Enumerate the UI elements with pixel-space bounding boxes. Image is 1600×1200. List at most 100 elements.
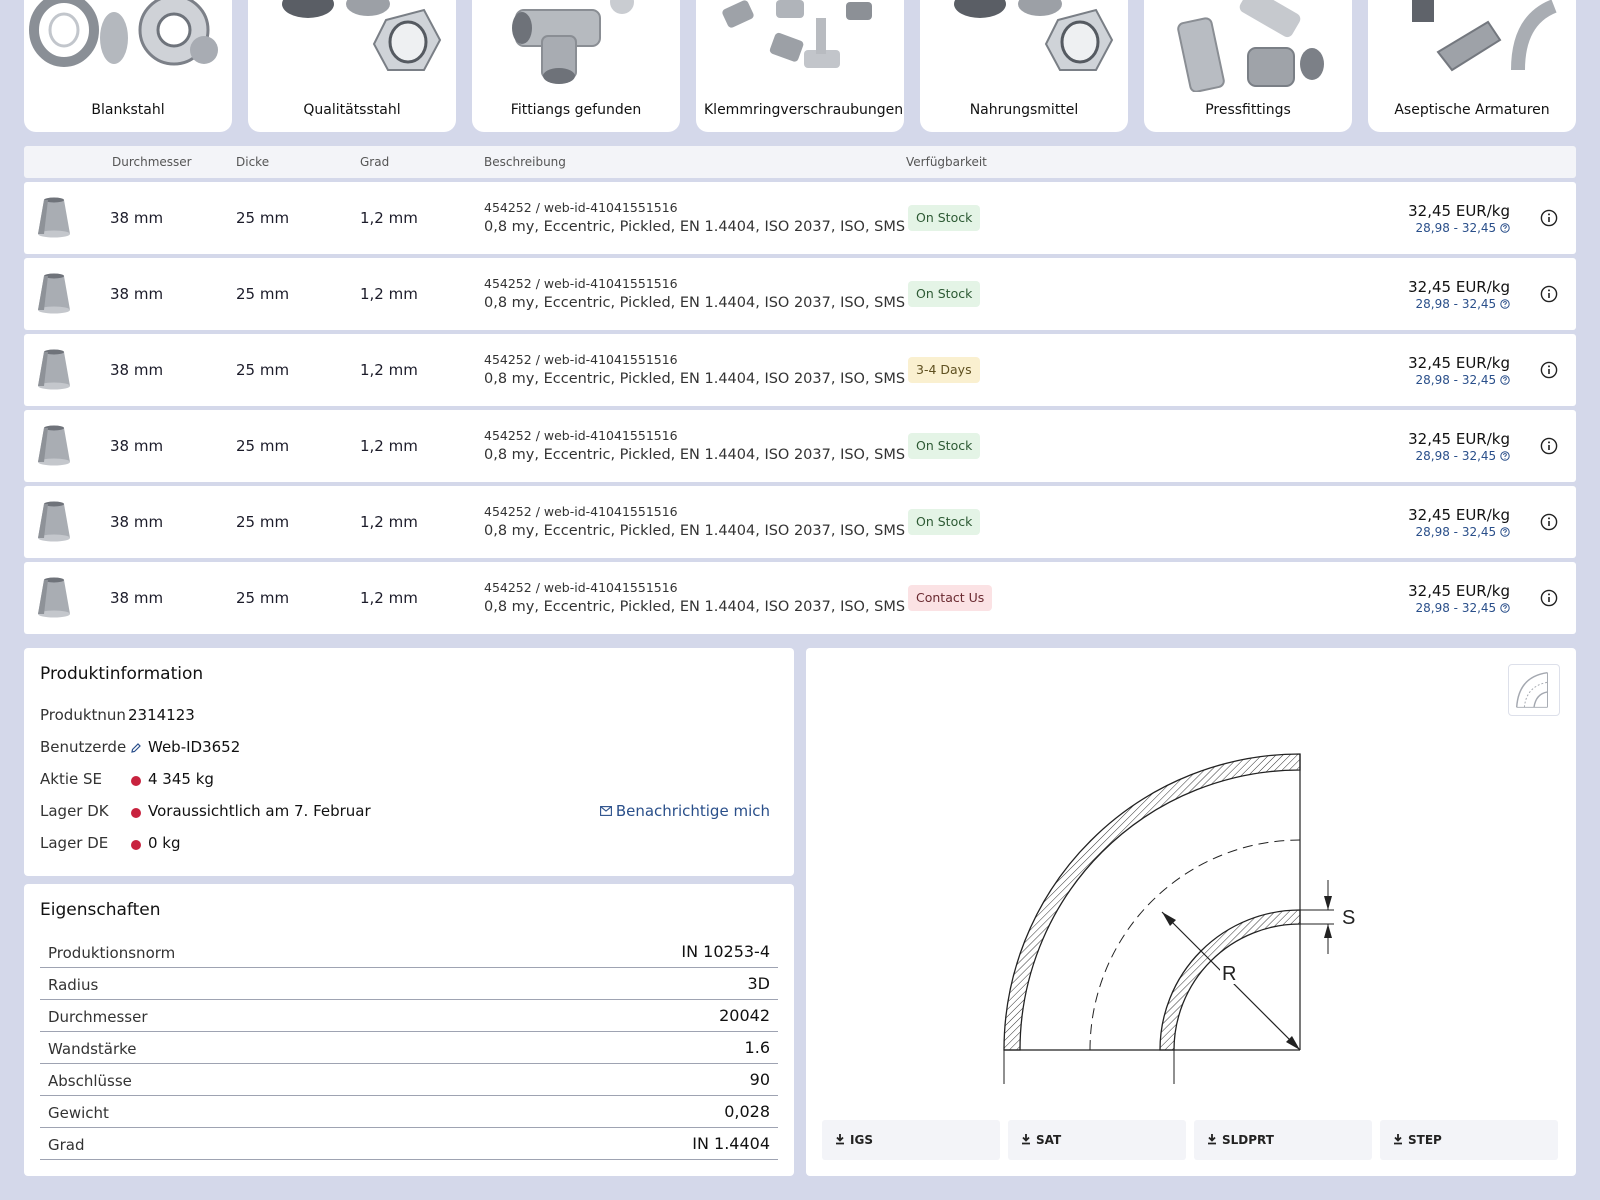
product-description: 0,8 my, Eccentric, Pickled, EN 1.4404, I… (484, 599, 906, 615)
category-card-blankstahl[interactable]: Blankstahl (24, 0, 232, 132)
product-description: 0,8 my, Eccentric, Pickled, EN 1.4404, I… (484, 371, 906, 387)
price-range-text: 28,98 - 32,45 (1415, 297, 1497, 311)
availability-badge: On Stock (908, 281, 981, 307)
category-card-aseptische-armaturen[interactable]: Aseptische Armaturen (1368, 0, 1576, 132)
property-row: Wandstärke 1.6 (40, 1032, 778, 1064)
degree-cell: 1,2 mm (360, 513, 418, 531)
price-range[interactable]: 28,98 - 32,45 (1408, 525, 1510, 539)
table-row[interactable]: 38 mm 25 mm 1,2 mm 454252 / web-id-41041551… (24, 334, 1576, 406)
download-icon (1022, 1134, 1030, 1145)
property-name: Produktionsnorm (48, 944, 176, 962)
price-range[interactable]: 28,98 - 32,45 (1408, 449, 1510, 463)
web-id-link[interactable]: Web-ID3652 (148, 738, 240, 756)
price-value: 32,45 EUR/kg (1408, 506, 1510, 524)
property-row: Radius 3D (40, 968, 778, 1000)
info-icon[interactable] (1540, 437, 1558, 455)
product-code: 454252 / web-id-41041551516 (484, 504, 678, 519)
property-row: Abschlüsse 90 (40, 1064, 778, 1096)
product-code: 454252 / web-id-41041551516 (484, 428, 678, 443)
download-igs-button[interactable]: IGS (822, 1120, 1000, 1160)
price-range[interactable]: 28,98 - 32,45 (1408, 601, 1510, 615)
download-sat-button[interactable]: SAT (1008, 1120, 1186, 1160)
stock-status-dot (131, 840, 141, 850)
price-block: 32,45 EUR/kg 28,98 - 32,45 (1408, 354, 1510, 387)
reducer-thumbnail (38, 501, 70, 542)
property-value: 1.6 (744, 1038, 770, 1057)
price-range[interactable]: 28,98 - 32,45 (1408, 297, 1510, 311)
product-info-panel: Produktinformation Produktnun 2314123 Be… (24, 648, 794, 876)
header-diameter: Durchmesser (112, 155, 192, 169)
category-card-pressfittings[interactable]: Pressfittings (1144, 0, 1352, 132)
header-degree: Grad (360, 155, 390, 169)
thickness-cell: 25 mm (236, 209, 290, 227)
stock-dk-value: Voraussichtlich am 7. Februar (148, 802, 371, 820)
degree-cell: 1,2 mm (360, 285, 418, 303)
diameter-cell: 38 mm (110, 209, 164, 227)
price-block: 32,45 EUR/kg 28,98 - 32,45 (1408, 278, 1510, 311)
reducer-thumbnail (38, 197, 70, 238)
stock-de-label: Lager DE (40, 834, 109, 852)
info-icon[interactable] (1540, 513, 1558, 531)
property-name: Abschlüsse (48, 1072, 132, 1090)
user-label: Benutzerde (40, 738, 127, 756)
download-step-button[interactable]: STEP (1380, 1120, 1558, 1160)
category-card-nahrungsmittel[interactable]: Nahrungsmittel (920, 0, 1128, 132)
price-value: 32,45 EUR/kg (1408, 354, 1510, 372)
category-card-fittings[interactable]: Fittiangs gefunden (472, 0, 680, 132)
flange-image (29, 0, 218, 67)
price-block: 32,45 EUR/kg 28,98 - 32,45 (1408, 582, 1510, 615)
info-icon[interactable] (1540, 209, 1558, 227)
category-label: Blankstahl (91, 102, 165, 118)
table-row[interactable]: 38 mm 25 mm 1,2 mm 454252 / web-id-41041551… (24, 486, 1576, 558)
category-label: Pressfittings (1205, 102, 1291, 118)
info-icon[interactable] (1540, 589, 1558, 607)
pencil-icon (131, 743, 141, 753)
diameter-cell: 38 mm (110, 361, 164, 379)
aseptic-fitting-image (1412, 0, 1557, 72)
thickness-cell: 25 mm (236, 285, 290, 303)
price-range[interactable]: 28,98 - 32,45 (1408, 373, 1510, 387)
table-row[interactable]: 38 mm 25 mm 1,2 mm 454252 / web-id-41041551… (24, 258, 1576, 330)
category-card-klemmring[interactable]: Klemmringverschraubungen (696, 0, 904, 132)
pressfitting-image (1177, 0, 1324, 92)
stock-dk-row: Lager DK Voraussichtlich am 7. Februar B… (40, 802, 770, 822)
category-card-qualitaetsstahl[interactable]: Qualitätsstahl (248, 0, 456, 132)
property-row: Gewicht 0,028 (40, 1096, 778, 1128)
download-sldprt-button[interactable]: SLDPRT (1194, 1120, 1372, 1160)
property-value: IN 10253-4 (681, 942, 770, 961)
stock-dk-label: Lager DK (40, 802, 109, 820)
diameter-cell: 38 mm (110, 589, 164, 607)
radius-label: R (1222, 963, 1236, 985)
properties-title: Eigenschaften (40, 900, 161, 920)
availability-badge: On Stock (908, 509, 981, 535)
thickness-cell: 25 mm (236, 589, 290, 607)
properties-panel: Eigenschaften Produktionsnorm IN 10253-4 R… (24, 884, 794, 1176)
tee-fitting-image (512, 0, 634, 84)
download-icon (1208, 1134, 1216, 1145)
info-icon[interactable] (1540, 361, 1558, 379)
download-label: IGS (850, 1133, 873, 1147)
notify-me-link[interactable]: Benachrichtige mich (599, 802, 770, 820)
table-row[interactable]: 38 mm 25 mm 1,2 mm 454252 / web-id-41041551… (24, 410, 1576, 482)
stock-se-label: Aktie SE (40, 770, 102, 788)
table-row[interactable]: 38 mm 25 mm 1,2 mm 454252 / web-id-41041551… (24, 562, 1576, 634)
thickness-cell: 25 mm (236, 361, 290, 379)
availability-badge: Contact Us (908, 585, 993, 611)
thickness-cell: 25 mm (236, 437, 290, 455)
download-label: SLDPRT (1222, 1133, 1274, 1147)
property-row: Produktionsnorm IN 10253-4 (40, 936, 778, 968)
property-name: Durchmesser (48, 1008, 148, 1026)
product-number-row: Produktnun 2314123 (40, 706, 770, 726)
price-block: 32,45 EUR/kg 28,98 - 32,45 (1408, 506, 1510, 539)
price-range[interactable]: 28,98 - 32,45 (1408, 221, 1510, 235)
header-thickness: Dicke (236, 155, 270, 169)
header-description: Beschreibung (484, 155, 566, 169)
drawing-thumbnail-icon[interactable] (1508, 664, 1560, 716)
stock-se-row: Aktie SE 4 345 kg (40, 770, 770, 790)
product-code: 454252 / web-id-41041551516 (484, 276, 678, 291)
info-icon[interactable] (1540, 285, 1558, 303)
property-row: Durchmesser 20042 (40, 1000, 778, 1032)
table-row[interactable]: 38 mm 25 mm 1,2 mm 454252 / web-id-41041551… (24, 182, 1576, 254)
price-range-text: 28,98 - 32,45 (1415, 525, 1497, 539)
technical-drawing-panel: R S D IGS SAT SLDPRT STEP (806, 648, 1576, 1176)
